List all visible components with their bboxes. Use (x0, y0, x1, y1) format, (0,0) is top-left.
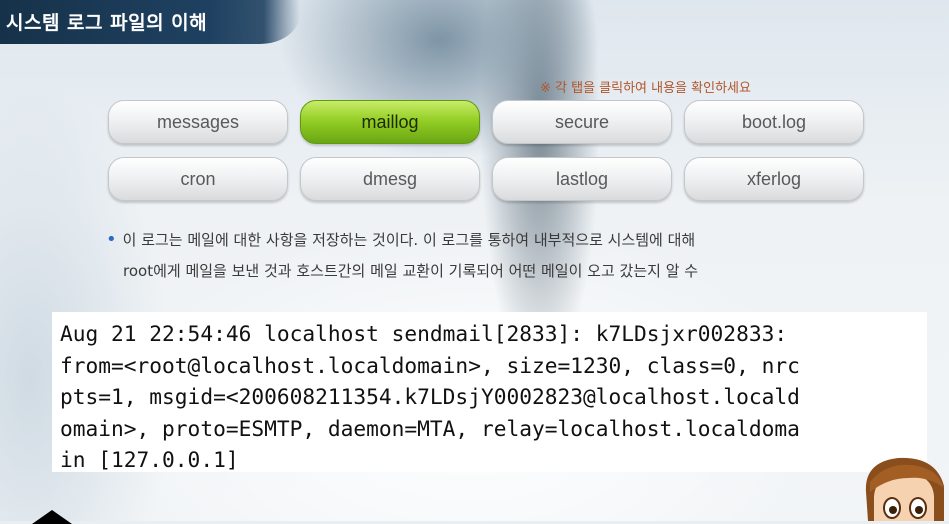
tab-lastlog[interactable]: lastlog (492, 157, 672, 201)
log-line: in [127.0.0.1] (60, 447, 239, 473)
tab-maillog[interactable]: maillog (300, 100, 480, 144)
tab-boot-log[interactable]: boot.log (684, 100, 864, 144)
page-title: 시스템 로그 파일의 이해 (6, 12, 208, 34)
title-banner: 시스템 로그 파일의 이해 (0, 0, 300, 44)
log-line: omain>, proto=ESMTP, daemon=MTA, relay=l… (60, 415, 800, 441)
tab-xferlog[interactable]: xferlog (684, 157, 864, 201)
tab-dmesg[interactable]: dmesg (300, 157, 480, 201)
log-sample-box: Aug 21 22:54:46 localhost sendmail[2833]… (52, 312, 927, 472)
bullet-icon: • (106, 229, 117, 250)
notice-text: ※ 각 탭을 클릭하여 내용을 확인하세요 (540, 81, 751, 96)
log-line: from=<root@localhost.localdomain>, size=… (60, 352, 800, 378)
description-line-1: 이 로그는 메일에 대한 사항을 저장하는 것이다. 이 로그를 통하여 내부적… (122, 231, 696, 249)
tab-cron[interactable]: cron (108, 157, 288, 201)
description: • 이 로그는 메일에 대한 사항을 저장하는 것이다. 이 로그를 통하여 내부… (106, 224, 886, 287)
cartoon-character (858, 452, 949, 521)
log-line: pts=1, msgid=<200608211354.k7LDsjY000282… (60, 384, 800, 410)
tab-messages[interactable]: messages (108, 100, 288, 144)
description-line-2: root에게 메일을 보낸 것과 호스트간의 메일 교환이 기록되어 어떤 메일… (123, 262, 699, 280)
tab-secure[interactable]: secure (492, 100, 672, 144)
log-line: Aug 21 22:54:46 localhost sendmail[2833]… (60, 321, 788, 346)
